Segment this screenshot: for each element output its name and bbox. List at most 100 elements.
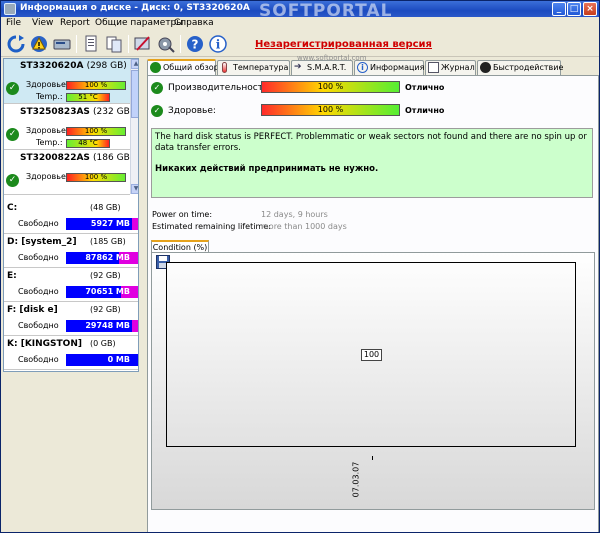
health-value: 100 % [84,173,108,181]
lifetime-label: Estimated remaining lifetime: [152,222,271,231]
warning-icon[interactable] [29,34,49,54]
app-icon [4,3,16,15]
free-space-bar: 5927 MB [66,218,138,230]
menu-file[interactable]: File [6,18,21,28]
disk-list-scrollbar[interactable]: ▲ ▼ [130,59,138,194]
health-status: Отлично [405,106,445,115]
check-icon: ✓ [6,82,19,95]
status-message: The hard disk status is PERFECT. Problem… [151,128,593,198]
health-label: Здоровье: [26,126,69,135]
temp-bar: 51 °C [66,93,110,102]
svg-text:i: i [216,38,221,52]
log-icon [428,62,439,73]
health-value: 100 % [84,127,108,135]
tab-performance[interactable]: Быстродействие [477,60,563,75]
app-window: Информация о диске - Диск: 0, ST3320620A… [0,0,600,533]
maximize-button[interactable]: □ [567,2,581,16]
tools-icon[interactable] [156,34,176,54]
free-label: Свободно [18,355,59,364]
tab-overview[interactable]: Общий обзор [147,59,219,76]
menu-report[interactable]: Report [60,18,90,28]
settings-icon[interactable] [133,34,153,54]
refresh-icon[interactable] [6,34,26,54]
check-icon: ✓ [151,105,163,117]
check-icon: ✓ [6,174,19,187]
tab-smart[interactable]: ➔ S.M.A.R.T. [291,60,353,75]
check-icon: ✓ [151,82,163,94]
health-bar: 100 % [66,173,126,182]
volume-name: K: [KINGSTON] [7,339,82,349]
health-value: 100 % [317,105,344,114]
disk-icon[interactable] [52,34,72,54]
tab-log[interactable]: Журнал [425,60,476,75]
unregistered-link[interactable]: Незарегистрированная версия [255,39,432,50]
tab-info[interactable]: i Информация [354,60,424,75]
info-icon: i [357,62,368,73]
health-label: Здоровье: [26,80,69,89]
volume-size: (92 GB) [90,305,121,314]
disk-size: (186 GB) [93,153,134,163]
free-value: 0 MB [107,355,130,364]
disk-item[interactable]: ST3200822AS (186 GB) ✓ Здоровье: 100 % [4,151,134,195]
close-button[interactable]: × [583,2,597,16]
volume-name: C: [7,203,18,213]
free-label: Свободно [18,253,59,262]
free-label: Свободно [18,287,59,296]
condition-plot: 100 [166,262,576,460]
volume-item[interactable]: D: [system_2] (185 GB) Свободно 87862 MB [4,235,138,268]
disk-list-panel: ST3320620A (298 GB) ✓ Здоровье: 100 % Te… [3,58,139,372]
free-value: 5927 MB [90,219,130,228]
window-title: Информация о диске - Диск: 0, ST3320620A [20,3,250,13]
copy-icon[interactable] [104,34,124,54]
volume-name: F: [disk e] [7,305,58,315]
scroll-down-arrow-icon[interactable]: ▼ [131,184,138,194]
lifetime-value: more than 1000 days [261,222,347,231]
disk-name: ST3320620A [20,61,84,71]
temp-value: 48 °C [78,139,98,147]
scroll-thumb[interactable] [131,70,138,118]
menu-general-settings[interactable]: Общие параметры [95,18,183,28]
disk-name: ST3200822AS [20,153,90,163]
free-value: 29748 MB [85,321,130,330]
performance-bar: 100 % [261,81,400,93]
menu-view[interactable]: View [32,18,53,28]
disk-item[interactable]: ST3250823AS (232 GB) ✓ Здоровье: 100 % T… [4,105,133,150]
gauge-icon [480,62,491,73]
health-bar: 100 % [66,81,126,90]
scroll-up-arrow-icon[interactable]: ▲ [131,59,138,69]
volume-item[interactable]: F: [disk e] (92 GB) Свободно 29748 MB [4,303,138,336]
free-value: 87862 MB [85,253,130,262]
free-space-bar: 29748 MB [66,320,138,332]
help-icon[interactable]: ? [185,34,205,54]
free-value: 70651 MB [85,287,130,296]
temp-value: 51 °C [78,93,98,101]
title-bar[interactable]: Информация о диске - Диск: 0, ST3320620A… [1,1,599,21]
menu-help[interactable]: Справка [174,18,214,28]
minimize-button[interactable]: _ [552,2,566,16]
tab-strip: Общий обзор Температура ➔ S.M.A.R.T. i Инф… [147,59,599,76]
free-space-bar: 0 MB [66,354,138,366]
volume-name: E: [7,271,17,281]
performance-label: Производительность: [168,83,272,93]
thermometer-icon [222,62,227,73]
check-icon: ✓ [6,128,19,141]
volume-item[interactable]: K: [KINGSTON] (0 GB) Свободно 0 MB [4,337,138,370]
svg-text:?: ? [192,38,199,52]
performance-status: Отлично [405,83,445,92]
disk-item[interactable]: ST3320620A (298 GB) ✓ Здоровье: 100 % Te… [4,59,130,104]
info-icon[interactable]: i [208,34,228,54]
performance-value: 100 % [317,82,344,91]
health-label: Здоровье: [26,172,69,181]
volume-item[interactable]: C: (48 GB) Свободно 5927 MB [4,201,138,234]
tab-temperature[interactable]: Температура [217,60,290,75]
condition-chart-box: 100 07.03.07 [151,252,595,510]
arrow-icon: ➔ [294,62,302,72]
x-tick-label: 07.03.07 [351,461,361,498]
document-icon[interactable] [81,34,101,54]
health-bar: 100 % [66,127,126,136]
volume-size: (48 GB) [90,203,121,212]
volume-item[interactable]: E: (92 GB) Свободно 70651 MB [4,269,138,302]
temp-label: Temp.: [36,92,63,101]
power-on-label: Power on time: [152,210,213,219]
status-action: Никаких действий предпринимать не нужно. [155,164,379,174]
